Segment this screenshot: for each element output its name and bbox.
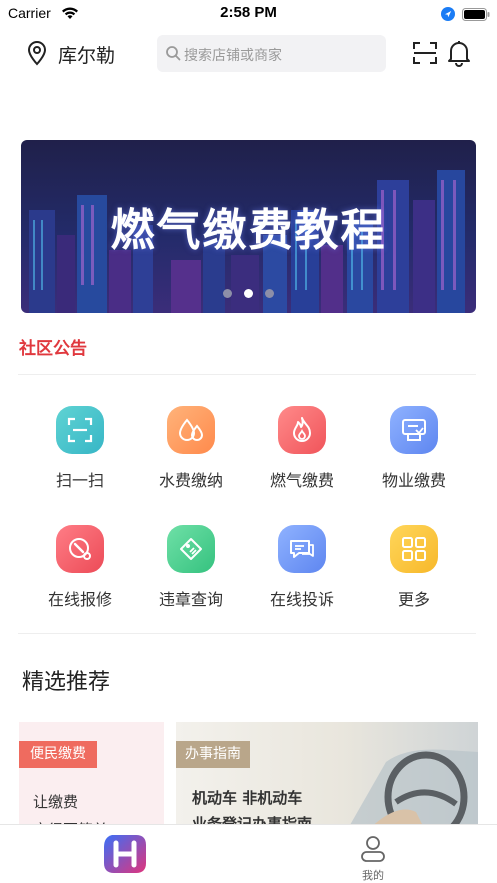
tab-me-label: 我的 <box>362 869 384 882</box>
service-property-fee[interactable]: 物业缴费 <box>364 406 464 496</box>
service-label: 违章查询 <box>158 590 223 609</box>
city-selector[interactable]: 库尔勒 <box>58 41 115 68</box>
status-bar: Carrier 2:58 PM <box>0 0 497 26</box>
card-text: 让缴费 <box>33 793 79 811</box>
service-label: 更多 <box>397 590 430 609</box>
divider <box>18 374 476 375</box>
car-steering-wheel-image <box>346 749 478 832</box>
service-label: 在线投诉 <box>269 590 334 609</box>
wrench-icon <box>56 525 104 573</box>
ticket-icon <box>167 525 215 573</box>
service-label: 水费缴纳 <box>158 471 223 490</box>
service-label: 扫一扫 <box>55 471 104 490</box>
tab-me[interactable]: 我的 <box>348 833 398 883</box>
service-label: 燃气缴费 <box>269 471 334 490</box>
promo-banner[interactable]: 燃气缴费教程 <box>21 140 476 313</box>
service-water-bill[interactable]: 水费缴纳 <box>141 406 241 496</box>
search-placeholder: 搜索店铺或商家 <box>184 48 282 64</box>
service-label: 物业缴费 <box>381 471 446 490</box>
recommend-card-convenient-payment[interactable]: 便民缴费 让缴费 变得更简单 <box>19 722 164 832</box>
tab-home[interactable] <box>100 831 150 877</box>
flame-icon <box>278 406 326 454</box>
grid-icon <box>390 525 438 573</box>
recommend-card-service-guide[interactable]: 办事指南 机动车 非机动车 业务登记办事指南 <box>176 722 478 832</box>
divider <box>18 633 476 634</box>
carousel-dot-active[interactable] <box>244 289 253 298</box>
bell-icon[interactable] <box>447 39 471 71</box>
search-input[interactable]: 搜索店铺或商家 <box>157 35 386 72</box>
service-scan[interactable]: 扫一扫 <box>30 406 130 496</box>
bottom-tab-bar: 我的 <box>0 824 497 883</box>
carousel-indicator <box>221 289 301 301</box>
card-tag: 办事指南 <box>176 741 250 768</box>
location-pin-icon[interactable] <box>26 40 48 70</box>
chat-icon <box>278 525 326 573</box>
card-tag: 便民缴费 <box>19 741 97 768</box>
search-icon <box>165 45 181 65</box>
user-icon <box>361 835 385 867</box>
service-repair[interactable]: 在线报修 <box>30 525 130 615</box>
clock: 2:58 PM <box>220 4 277 21</box>
battery-icon <box>462 6 490 25</box>
scan-icon[interactable] <box>412 41 438 69</box>
service-gas-bill[interactable]: 燃气缴费 <box>252 406 352 496</box>
card-text: 机动车 非机动车 <box>192 789 303 807</box>
service-label: 在线报修 <box>47 590 112 609</box>
carousel-dot[interactable] <box>223 289 232 298</box>
property-icon <box>390 406 438 454</box>
service-complaint[interactable]: 在线投诉 <box>252 525 352 615</box>
banner-title: 燃气缴费教程 <box>110 205 387 256</box>
recommend-section-title: 精选推荐 <box>22 670 111 695</box>
service-violation-query[interactable]: 违章查询 <box>141 525 241 615</box>
water-drop-icon <box>167 406 215 454</box>
location-arrow-icon <box>441 6 455 25</box>
scan-icon <box>56 406 104 454</box>
service-more[interactable]: 更多 <box>364 525 464 615</box>
carousel-dot[interactable] <box>265 289 274 298</box>
top-header: 库尔勒 搜索店铺或商家 <box>0 30 497 76</box>
home-logo-icon <box>104 835 146 873</box>
community-notice-title[interactable]: 社区公告 <box>19 334 87 359</box>
